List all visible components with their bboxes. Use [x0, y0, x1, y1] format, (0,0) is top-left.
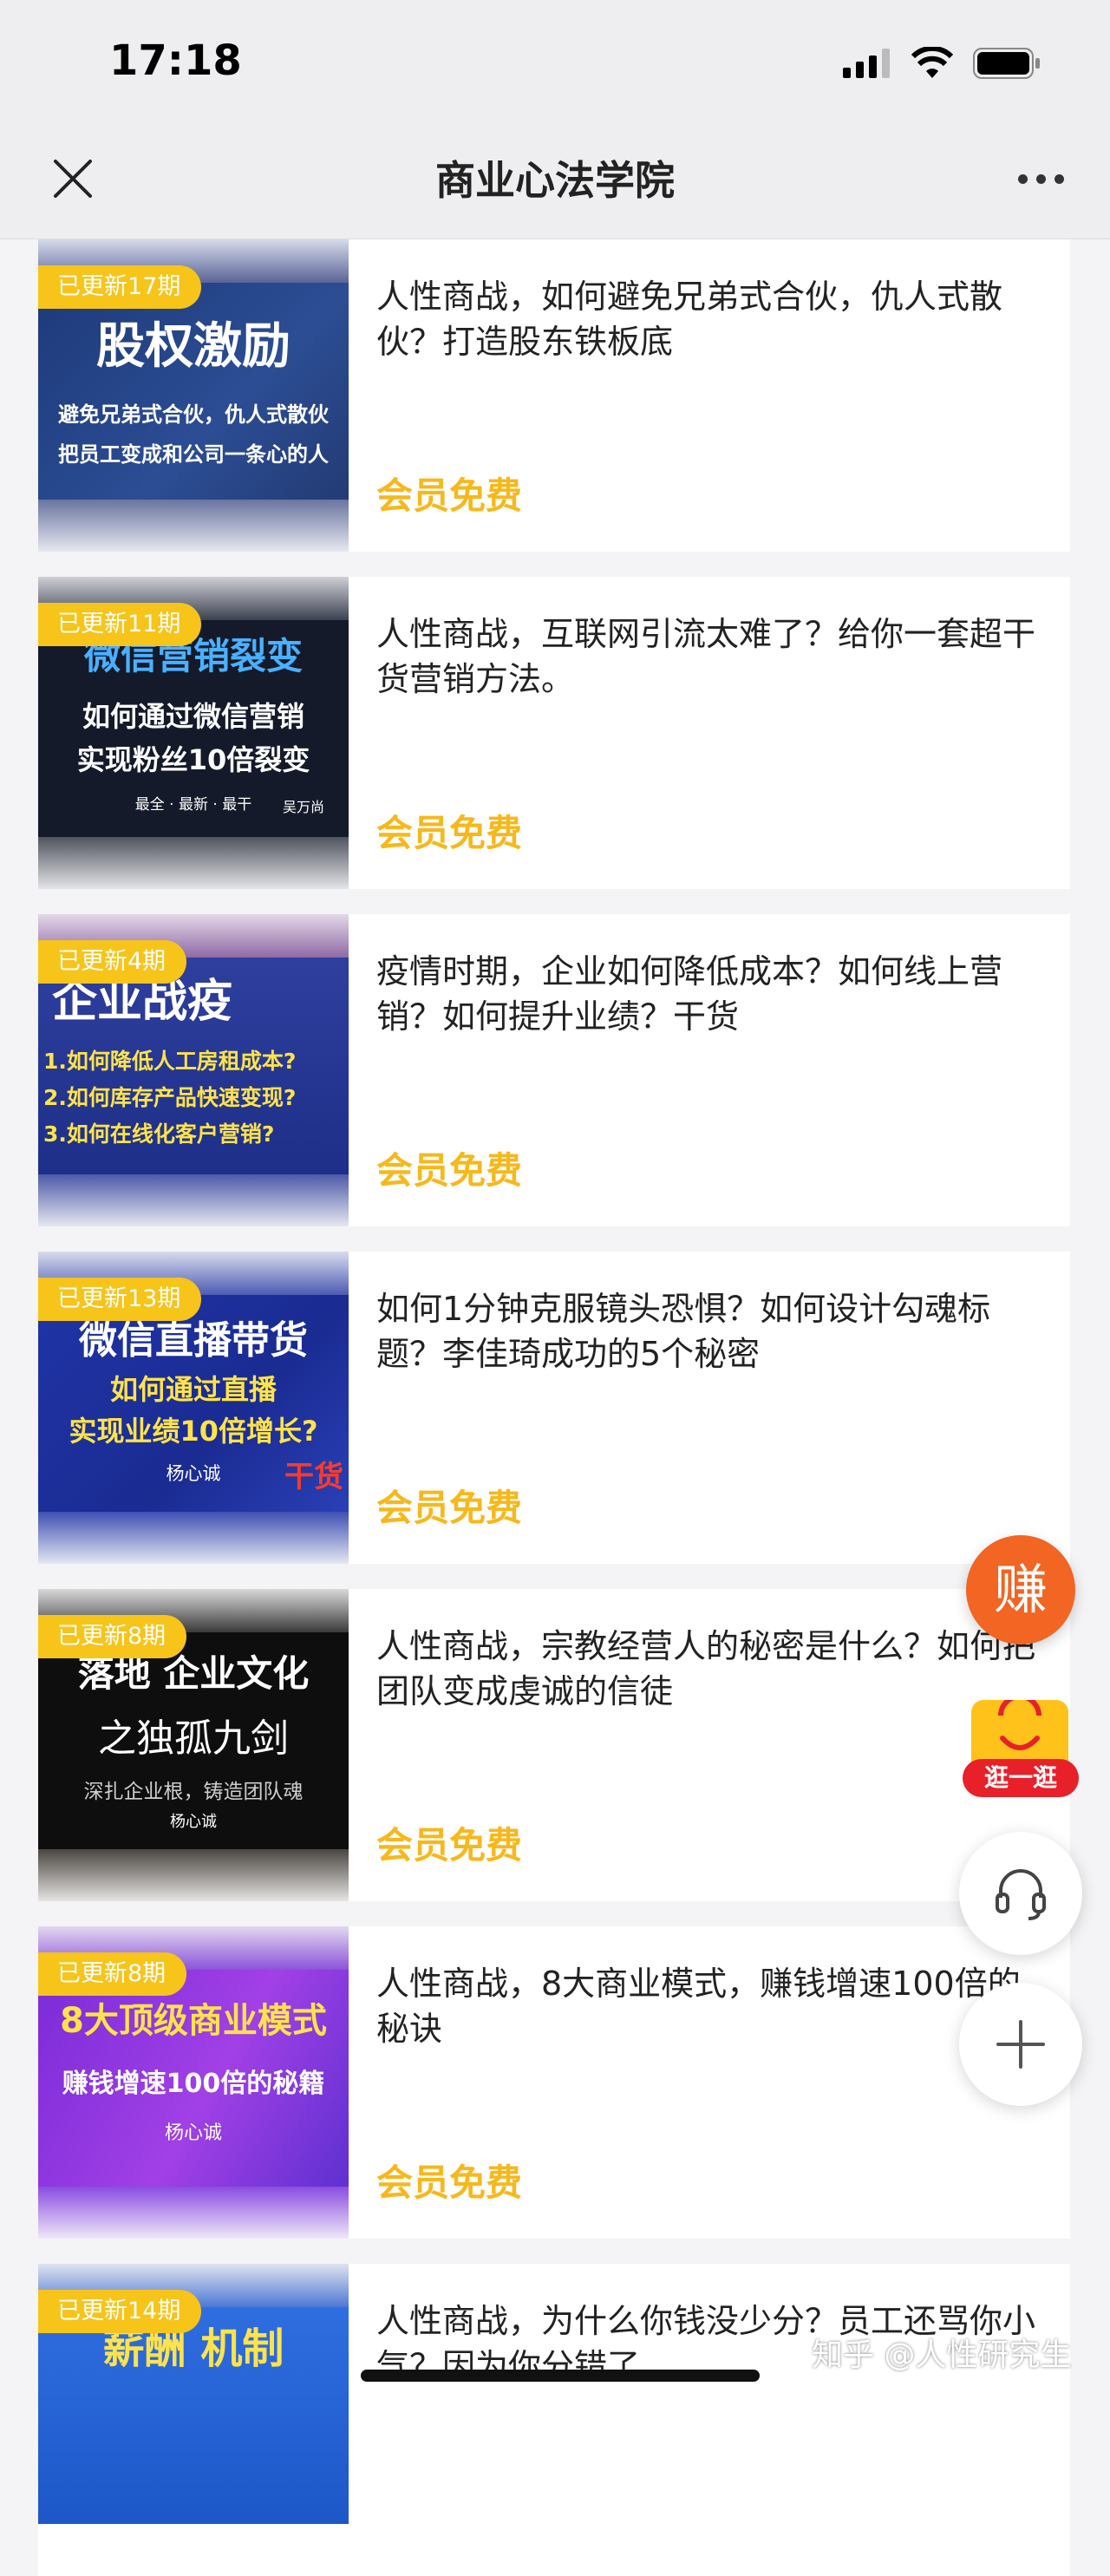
thumb-subtext: 实现业绩10倍增长? [69, 1415, 318, 1448]
update-badge: 已更新17期 [38, 265, 202, 309]
course-price: 会员免费 [376, 1824, 523, 1867]
thumb-author: 吴万尚 [282, 799, 324, 815]
update-badge: 已更新4期 [38, 940, 187, 984]
course-title[interactable]: 人性商战，如何避免兄弟式合伙，仇人式散伙？打造股东铁板底 [376, 274, 1053, 364]
thumb-subtext: 1.如何降低人工房租成本? [43, 1049, 297, 1074]
thumb-tag: 干货 [284, 1460, 343, 1494]
course-card[interactable]: 落地 企业文化 之独孤九剑 深扎企业根，铸造团队魂 杨心诚 已更新8期 人性商战… [38, 1589, 1070, 1901]
headset-icon [996, 1869, 1046, 1920]
course-card[interactable]: 薪酬 机制 已更新14期 人性商战，为什么你钱没少分？员工还骂你小气？因为你分错… [38, 2264, 1070, 2576]
more-dot-icon [1054, 173, 1064, 184]
course-thumbnail: 微信直播带货 如何通过直播 实现业绩10倍增长? 杨心诚 干货 已更新13期 [38, 1252, 349, 1564]
course-thumbnail: 落地 企业文化 之独孤九剑 深扎企业根，铸造团队魂 杨心诚 已更新8期 [38, 1589, 349, 1901]
course-price: 会员免费 [376, 1487, 523, 1529]
course-price: 会员免费 [376, 474, 523, 517]
course-thumbnail: 微信营销裂变 如何通过微信营销 实现粉丝10倍裂变 最全 · 最新 · 最干 吴… [38, 577, 349, 889]
thumb-subtext: 3.如何在线化客户营销? [43, 1121, 275, 1147]
thumb-heading: 8大顶级商业模式 [60, 2001, 327, 2041]
earn-button[interactable]: 赚 [966, 1535, 1075, 1644]
thumb-subtext: 赚钱增速100倍的秘籍 [62, 2069, 325, 2099]
thumb-subtext: 避免兄弟式合伙，仇人式散伙 [58, 402, 329, 427]
status-bar: 17:18 [0, 0, 1110, 130]
course-title[interactable]: 如何1分钟克服镜头恐惧？如何设计勾魂标题？李佳琦成功的5个秘密 [376, 1286, 1053, 1376]
course-card[interactable]: 微信直播带货 如何通过直播 实现业绩10倍增长? 杨心诚 干货 已更新13期 如… [38, 1252, 1070, 1564]
thumb-author: 杨心诚 [164, 2122, 222, 2144]
more-dot-icon [1017, 173, 1028, 184]
update-badge: 已更新8期 [38, 1952, 187, 1996]
update-badge: 已更新8期 [38, 1615, 187, 1658]
thumb-subtext: 实现粉丝10倍裂变 [76, 743, 310, 776]
update-badge: 已更新13期 [38, 1278, 202, 1321]
course-thumbnail: 薪酬 机制 已更新14期 [38, 2264, 349, 2576]
thumb-heading: 股权激励 [96, 318, 291, 375]
page-title: 商业心法学院 [435, 157, 675, 204]
thumb-subtext: 把员工变成和公司一条心的人 [58, 442, 329, 467]
thumb-subtext: 之独孤九剑 [98, 1716, 289, 1761]
add-button[interactable] [959, 1983, 1082, 2106]
browse-button[interactable]: 逛一逛 [957, 1683, 1084, 1804]
course-title[interactable]: 人性商战，宗教经营人的秘密是什么？如何把团队变成虔诚的信徒 [376, 1624, 1053, 1714]
course-card[interactable]: 微信营销裂变 如何通过微信营销 实现粉丝10倍裂变 最全 · 最新 · 最干 吴… [38, 577, 1070, 889]
thumb-subtext: 2.如何库存产品快速变现? [43, 1085, 297, 1110]
watermark: 知乎 @人性研究生 [812, 2337, 1072, 2373]
course-card[interactable]: 企业战疫 1.如何降低人工房租成本? 2.如何库存产品快速变现? 3.如何在线化… [38, 914, 1070, 1226]
course-thumbnail: 股权激励 避免兄弟式合伙，仇人式散伙 把员工变成和公司一条心的人 已更新17期 [38, 239, 349, 552]
more-dot-icon [1035, 173, 1046, 184]
signal-icon [843, 49, 890, 78]
battery-icon [973, 48, 1040, 79]
course-card[interactable]: 8大顶级商业模式 赚钱增速100倍的秘籍 杨心诚 已更新8期 人性商战，8大商业… [38, 1926, 1070, 2239]
customer-service-button[interactable] [959, 1832, 1082, 1955]
update-badge: 已更新11期 [38, 603, 202, 646]
course-card[interactable]: 股权激励 避免兄弟式合伙，仇人式散伙 把员工变成和公司一条心的人 已更新17期 … [38, 239, 1070, 552]
home-indicator[interactable] [361, 2370, 760, 2382]
plus-icon [996, 2020, 1045, 2069]
course-title[interactable]: 疫情时期，企业如何降低成本？如何线上营销？如何提升业绩？干货 [376, 949, 1053, 1039]
course-price: 会员免费 [376, 1149, 523, 1192]
thumb-subtext: 如何通过微信营销 [82, 700, 304, 733]
course-price: 会员免费 [376, 2161, 523, 2204]
course-thumbnail: 8大顶级商业模式 赚钱增速100倍的秘籍 杨心诚 已更新8期 [38, 1926, 349, 2239]
status-icons [843, 42, 1041, 85]
course-price: 会员免费 [376, 812, 523, 854]
status-time: 17:18 [109, 36, 242, 85]
update-badge: 已更新14期 [38, 2290, 202, 2333]
course-title[interactable]: 人性商战，8大商业模式，赚钱增速100倍的秘诀 [376, 1961, 1053, 2051]
thumb-subtext: 如何通过直播 [109, 1373, 277, 1406]
course-thumbnail: 企业战疫 1.如何降低人工房租成本? 2.如何库存产品快速变现? 3.如何在线化… [38, 914, 349, 1226]
thumb-author: 杨心诚 [170, 1813, 217, 1831]
browse-label: 逛一逛 [963, 1759, 1079, 1797]
thumb-subtext: 深扎企业根，铸造团队魂 [83, 1781, 304, 1803]
course-title[interactable]: 人性商战，互联网引流太难了？给你一套超干货营销方法。 [376, 611, 1053, 702]
more-button[interactable] [1006, 161, 1075, 196]
wifi-icon [911, 47, 954, 78]
